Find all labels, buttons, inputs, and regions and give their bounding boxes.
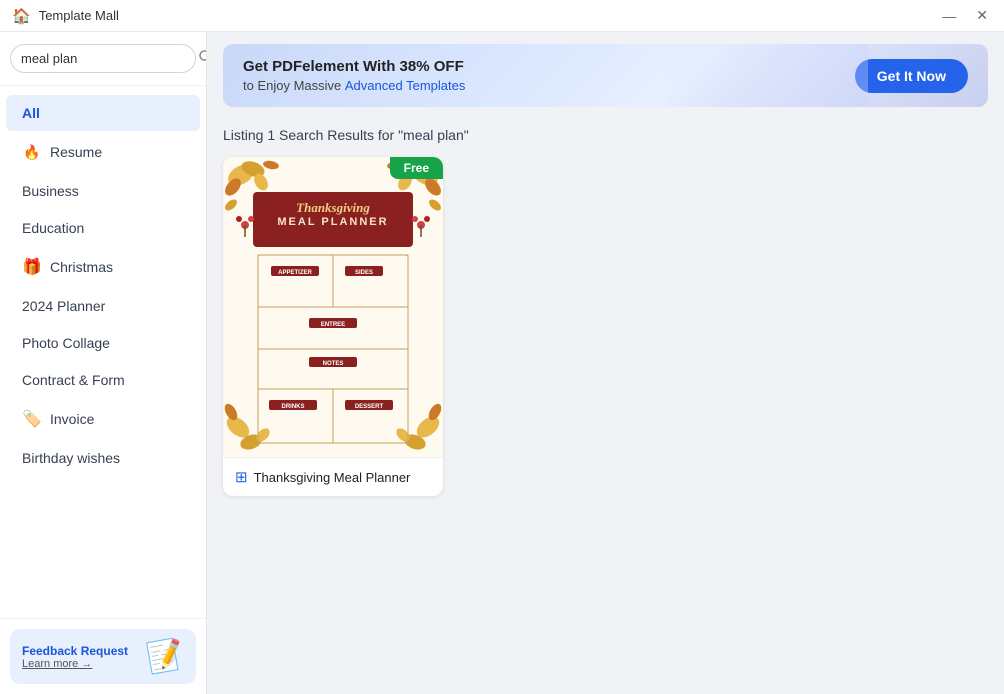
sidebar-item-business[interactable]: Business (6, 173, 200, 209)
search-container (0, 32, 206, 86)
feedback-card[interactable]: Feedback Request Learn more → 📝 (10, 629, 196, 684)
sidebar-label-photocollage: Photo Collage (22, 335, 110, 351)
svg-text:DRINKS: DRINKS (281, 404, 304, 410)
home-icon: 🏠 (12, 7, 31, 25)
title-bar-controls: — ✕ (938, 5, 992, 26)
sidebar-label-education: Education (22, 220, 84, 236)
sidebar-item-2024planner[interactable]: 2024 Planner (6, 288, 200, 324)
title-bar: 🏠 Template Mall — ✕ (0, 0, 1004, 32)
search-input[interactable] (21, 51, 197, 66)
feedback-text-block: Feedback Request Learn more → (22, 644, 128, 670)
template-card-thanksgiving[interactable]: Thanksgiving MEAL PLANNER APPETIZER (223, 157, 443, 496)
sidebar-label-christmas: Christmas (50, 259, 113, 275)
app-title: Template Mall (39, 8, 119, 23)
banner-subtitle: to Enjoy Massive Advanced Templates (243, 78, 465, 93)
svg-text:ENTREE: ENTREE (321, 322, 345, 328)
svg-text:Thanksgiving: Thanksgiving (296, 200, 370, 215)
sidebar-item-birthdaywishes[interactable]: Birthday wishes (6, 440, 200, 476)
feedback-title: Feedback Request (22, 644, 128, 658)
template-type-icon: ⊞ (235, 468, 248, 486)
feedback-icon: 📝 (144, 636, 187, 677)
search-button[interactable] (197, 50, 207, 67)
svg-text:SIDES: SIDES (355, 270, 373, 276)
sidebar: All 🔥 Resume Business Education 🎁 Christ… (0, 32, 207, 694)
title-bar-left: 🏠 Template Mall (12, 7, 119, 25)
svg-text:MEAL PLANNER: MEAL PLANNER (277, 216, 388, 228)
template-thumbnail: Thanksgiving MEAL PLANNER APPETIZER (223, 157, 443, 457)
content-area: Get PDFelement With 38% OFF to Enjoy Mas… (207, 32, 1004, 694)
svg-text:NOTES: NOTES (323, 361, 344, 367)
sidebar-item-invoice[interactable]: 🏷️ Invoice (6, 399, 200, 439)
sidebar-item-photocollage[interactable]: Photo Collage (6, 325, 200, 361)
sidebar-item-all[interactable]: All (6, 95, 200, 131)
template-card-footer: ⊞ Thanksgiving Meal Planner (223, 457, 443, 496)
close-button[interactable]: ✕ (972, 5, 992, 26)
search-input-wrap (10, 44, 196, 73)
search-icon (199, 50, 207, 64)
template-name: Thanksgiving Meal Planner (254, 470, 411, 485)
minimize-button[interactable]: — (938, 5, 960, 26)
get-it-now-button[interactable]: Get It Now (855, 59, 968, 93)
free-badge: Free (390, 157, 443, 179)
fire-icon: 🔥 (22, 142, 42, 162)
banner-highlight: Advanced Templates (345, 78, 465, 93)
banner-title: Get PDFelement With 38% OFF (243, 58, 465, 75)
tag-icon: 🏷️ (22, 409, 42, 429)
results-title: Listing 1 Search Results for "meal plan" (223, 127, 988, 143)
banner-bg-decor (668, 44, 868, 107)
sidebar-label-invoice: Invoice (50, 411, 94, 427)
results-area: Listing 1 Search Results for "meal plan" (207, 117, 1004, 694)
promo-banner: Get PDFelement With 38% OFF to Enjoy Mas… (223, 44, 988, 107)
template-grid: Thanksgiving MEAL PLANNER APPETIZER (223, 157, 988, 496)
sidebar-label-birthdaywishes: Birthday wishes (22, 450, 120, 466)
sidebar-label-contractform: Contract & Form (22, 372, 125, 388)
main-layout: All 🔥 Resume Business Education 🎁 Christ… (0, 32, 1004, 694)
sidebar-item-education[interactable]: Education (6, 210, 200, 246)
meal-planner-svg: Thanksgiving MEAL PLANNER APPETIZER (223, 157, 443, 457)
sidebar-item-contractform[interactable]: Contract & Form (6, 362, 200, 398)
banner-text-block: Get PDFelement With 38% OFF to Enjoy Mas… (243, 58, 465, 93)
gift-icon: 🎁 (22, 257, 42, 277)
feedback-learn-more[interactable]: Learn more → (22, 658, 128, 670)
sidebar-item-christmas[interactable]: 🎁 Christmas (6, 247, 200, 287)
svg-text:DESSERT: DESSERT (355, 404, 384, 410)
sidebar-footer: Feedback Request Learn more → 📝 (0, 618, 206, 694)
sidebar-label-all: All (22, 105, 40, 121)
sidebar-label-resume: Resume (50, 144, 102, 160)
sidebar-label-business: Business (22, 183, 79, 199)
sidebar-item-resume[interactable]: 🔥 Resume (6, 132, 200, 172)
sidebar-nav-list: All 🔥 Resume Business Education 🎁 Christ… (0, 86, 206, 618)
sidebar-label-2024planner: 2024 Planner (22, 298, 105, 314)
svg-text:APPETIZER: APPETIZER (278, 270, 312, 276)
